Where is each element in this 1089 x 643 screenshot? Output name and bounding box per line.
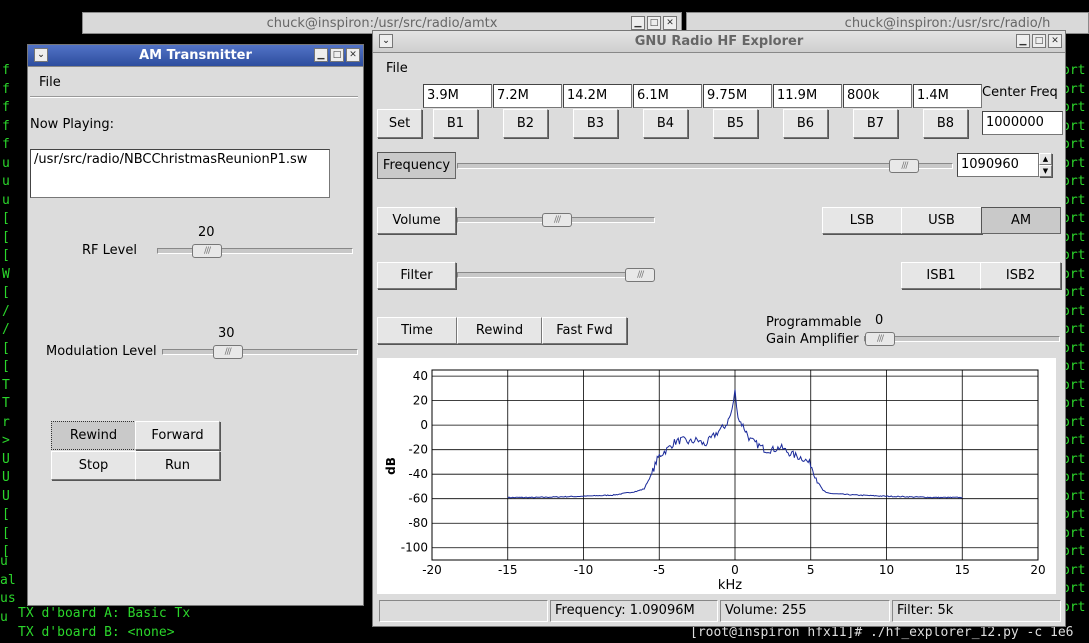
x-tick-label: 15 bbox=[955, 563, 970, 577]
status-filter: Filter: 5k bbox=[892, 600, 1061, 622]
y-tick-label: 0 bbox=[420, 418, 428, 432]
y-tick-label: -40 bbox=[408, 467, 428, 481]
y-tick-label: -100 bbox=[401, 541, 428, 555]
x-tick-label: -5 bbox=[653, 563, 665, 577]
status-frequency: Frequency: 1.09096M bbox=[550, 600, 718, 622]
x-tick-label: -15 bbox=[498, 563, 518, 577]
y-axis-label: dB bbox=[384, 457, 398, 475]
spectrum-chart: -20 -15 -10 -5 0 5 10 15 20 40 20 0 -20 -40 -60 -80 -100… bbox=[384, 369, 1046, 593]
chart-grid bbox=[431, 369, 1039, 561]
x-tick-label: -20 bbox=[422, 563, 442, 577]
y-tick-label: -60 bbox=[408, 492, 428, 506]
status-volume: Volume: 255 bbox=[720, 600, 890, 622]
y-tick-label: -20 bbox=[408, 443, 428, 457]
x-tick-label: 0 bbox=[731, 563, 739, 577]
x-tick-label: -10 bbox=[574, 563, 594, 577]
y-tick-label: -80 bbox=[408, 516, 428, 530]
x-tick-label: 20 bbox=[1030, 563, 1045, 577]
status-cell-empty bbox=[379, 600, 548, 622]
y-tick-label: 20 bbox=[413, 394, 428, 408]
x-axis-label: kHz bbox=[718, 578, 742, 593]
x-tick-label: 5 bbox=[807, 563, 815, 577]
y-tick-label: 40 bbox=[413, 369, 428, 383]
x-tick-label: 10 bbox=[879, 563, 894, 577]
